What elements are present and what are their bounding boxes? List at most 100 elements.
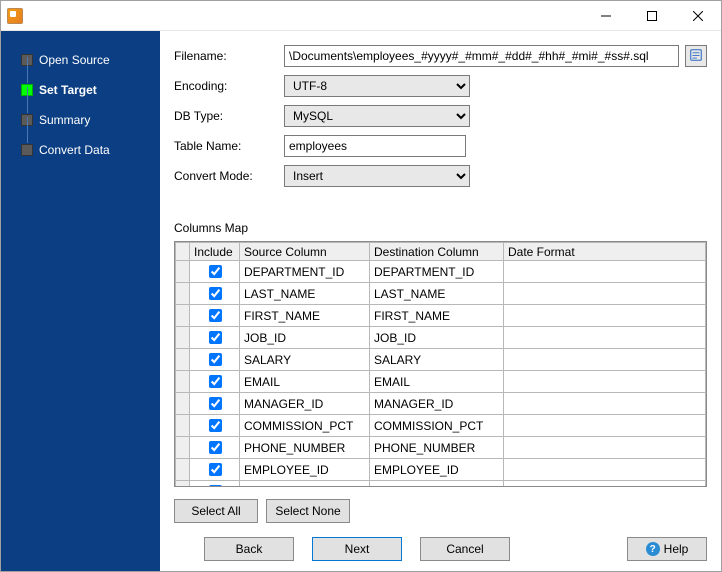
include-checkbox[interactable] bbox=[209, 309, 222, 322]
wizard-step-open-source[interactable]: Open Source bbox=[11, 45, 160, 75]
col-source-header[interactable]: Source Column bbox=[240, 243, 370, 261]
cancel-button[interactable]: Cancel bbox=[420, 537, 510, 561]
include-checkbox[interactable] bbox=[209, 287, 222, 300]
convertmode-label: Convert Mode: bbox=[174, 169, 284, 183]
next-button[interactable]: Next bbox=[312, 537, 402, 561]
filename-label: Filename: bbox=[174, 49, 284, 63]
grid-corner bbox=[176, 243, 190, 261]
row-header bbox=[176, 415, 190, 437]
source-column-cell[interactable]: COMMISSION_PCT bbox=[240, 415, 370, 437]
include-checkbox[interactable] bbox=[209, 463, 222, 476]
select-all-button[interactable]: Select All bbox=[174, 499, 258, 523]
destination-column-cell[interactable]: JOB_ID bbox=[370, 327, 504, 349]
back-button[interactable]: Back bbox=[204, 537, 294, 561]
browse-button[interactable] bbox=[685, 45, 707, 67]
dbtype-label: DB Type: bbox=[174, 109, 284, 123]
encoding-label: Encoding: bbox=[174, 79, 284, 93]
step-label: Summary bbox=[39, 113, 90, 127]
dbtype-select[interactable]: MySQL bbox=[284, 105, 470, 127]
source-column-cell[interactable]: EMPLOYEE_ID bbox=[240, 459, 370, 481]
destination-column-cell[interactable]: FIRST_NAME bbox=[370, 305, 504, 327]
row-header bbox=[176, 481, 190, 488]
source-column-cell[interactable]: SALARY bbox=[240, 349, 370, 371]
include-checkbox[interactable] bbox=[209, 419, 222, 432]
destination-column-cell[interactable]: EMAIL bbox=[370, 371, 504, 393]
convertmode-select[interactable]: Insert bbox=[284, 165, 470, 187]
source-column-cell[interactable]: FIRST_NAME bbox=[240, 305, 370, 327]
source-column-cell[interactable]: PHONE_NUMBER bbox=[240, 437, 370, 459]
destination-column-cell[interactable]: HIRE_DATE bbox=[370, 481, 504, 488]
row-header bbox=[176, 459, 190, 481]
col-include-header[interactable]: Include bbox=[190, 243, 240, 261]
include-checkbox[interactable] bbox=[209, 441, 222, 454]
destination-column-cell[interactable]: EMPLOYEE_ID bbox=[370, 459, 504, 481]
date-format-cell[interactable] bbox=[504, 459, 706, 481]
row-header bbox=[176, 437, 190, 459]
destination-column-cell[interactable]: COMMISSION_PCT bbox=[370, 415, 504, 437]
help-icon: ? bbox=[646, 542, 660, 556]
row-header bbox=[176, 349, 190, 371]
table-row[interactable]: FIRST_NAMEFIRST_NAME bbox=[176, 305, 706, 327]
wizard-sidebar: Open SourceSet Target Summary Convert Data bbox=[1, 31, 160, 571]
help-label: Help bbox=[664, 542, 689, 556]
table-row[interactable]: JOB_IDJOB_ID bbox=[176, 327, 706, 349]
row-header bbox=[176, 393, 190, 415]
tablename-input[interactable] bbox=[284, 135, 466, 157]
date-format-cell[interactable] bbox=[504, 437, 706, 459]
destination-column-cell[interactable]: SALARY bbox=[370, 349, 504, 371]
table-row[interactable]: LAST_NAMELAST_NAME bbox=[176, 283, 706, 305]
date-format-cell[interactable] bbox=[504, 327, 706, 349]
row-header bbox=[176, 371, 190, 393]
table-row[interactable]: DEPARTMENT_IDDEPARTMENT_ID bbox=[176, 261, 706, 283]
include-checkbox[interactable] bbox=[209, 375, 222, 388]
destination-column-cell[interactable]: LAST_NAME bbox=[370, 283, 504, 305]
encoding-select[interactable]: UTF-8 bbox=[284, 75, 470, 97]
wizard-step-convert-data[interactable]: Convert Data bbox=[11, 135, 160, 165]
close-button[interactable] bbox=[675, 1, 721, 31]
date-format-cell[interactable] bbox=[504, 371, 706, 393]
col-date-header[interactable]: Date Format bbox=[504, 243, 706, 261]
date-format-cell[interactable] bbox=[504, 393, 706, 415]
destination-column-cell[interactable]: MANAGER_ID bbox=[370, 393, 504, 415]
source-column-cell[interactable]: DEPARTMENT_ID bbox=[240, 261, 370, 283]
table-row[interactable]: SALARYSALARY bbox=[176, 349, 706, 371]
table-row[interactable]: HIRE_DATEHIRE_DATEmm/dd/yyyy bbox=[176, 481, 706, 488]
date-format-cell[interactable] bbox=[504, 415, 706, 437]
table-row[interactable]: EMPLOYEE_IDEMPLOYEE_ID bbox=[176, 459, 706, 481]
date-format-cell[interactable] bbox=[504, 283, 706, 305]
include-checkbox[interactable] bbox=[209, 397, 222, 410]
filename-input[interactable] bbox=[284, 45, 679, 67]
app-icon bbox=[7, 8, 23, 24]
browse-icon bbox=[689, 48, 703, 65]
include-checkbox[interactable] bbox=[209, 353, 222, 366]
wizard-step-set-target[interactable]: Set Target bbox=[11, 75, 160, 105]
destination-column-cell[interactable]: PHONE_NUMBER bbox=[370, 437, 504, 459]
table-row[interactable]: EMAILEMAIL bbox=[176, 371, 706, 393]
row-header bbox=[176, 305, 190, 327]
source-column-cell[interactable]: MANAGER_ID bbox=[240, 393, 370, 415]
tablename-label: Table Name: bbox=[174, 139, 284, 153]
wizard-step-summary[interactable]: Summary bbox=[11, 105, 160, 135]
table-row[interactable]: MANAGER_IDMANAGER_ID bbox=[176, 393, 706, 415]
content-panel: Filename: Encoding: UTF-8 DB Type: MySQL… bbox=[160, 31, 721, 571]
col-dest-header[interactable]: Destination Column bbox=[370, 243, 504, 261]
table-row[interactable]: COMMISSION_PCTCOMMISSION_PCT bbox=[176, 415, 706, 437]
date-format-cell[interactable]: mm/dd/yyyy bbox=[504, 481, 706, 488]
minimize-button[interactable] bbox=[583, 1, 629, 31]
include-checkbox[interactable] bbox=[209, 265, 222, 278]
source-column-cell[interactable]: EMAIL bbox=[240, 371, 370, 393]
date-format-cell[interactable] bbox=[504, 305, 706, 327]
source-column-cell[interactable]: JOB_ID bbox=[240, 327, 370, 349]
date-format-cell[interactable] bbox=[504, 349, 706, 371]
select-none-button[interactable]: Select None bbox=[266, 499, 350, 523]
help-button[interactable]: ? Help bbox=[627, 537, 707, 561]
maximize-button[interactable] bbox=[629, 1, 675, 31]
date-format-cell[interactable] bbox=[504, 261, 706, 283]
source-column-cell[interactable]: HIRE_DATE bbox=[240, 481, 370, 488]
table-row[interactable]: PHONE_NUMBERPHONE_NUMBER bbox=[176, 437, 706, 459]
destination-column-cell[interactable]: DEPARTMENT_ID bbox=[370, 261, 504, 283]
include-checkbox[interactable] bbox=[209, 331, 222, 344]
columns-map-label: Columns Map bbox=[174, 221, 707, 235]
include-checkbox[interactable] bbox=[209, 485, 222, 487]
source-column-cell[interactable]: LAST_NAME bbox=[240, 283, 370, 305]
